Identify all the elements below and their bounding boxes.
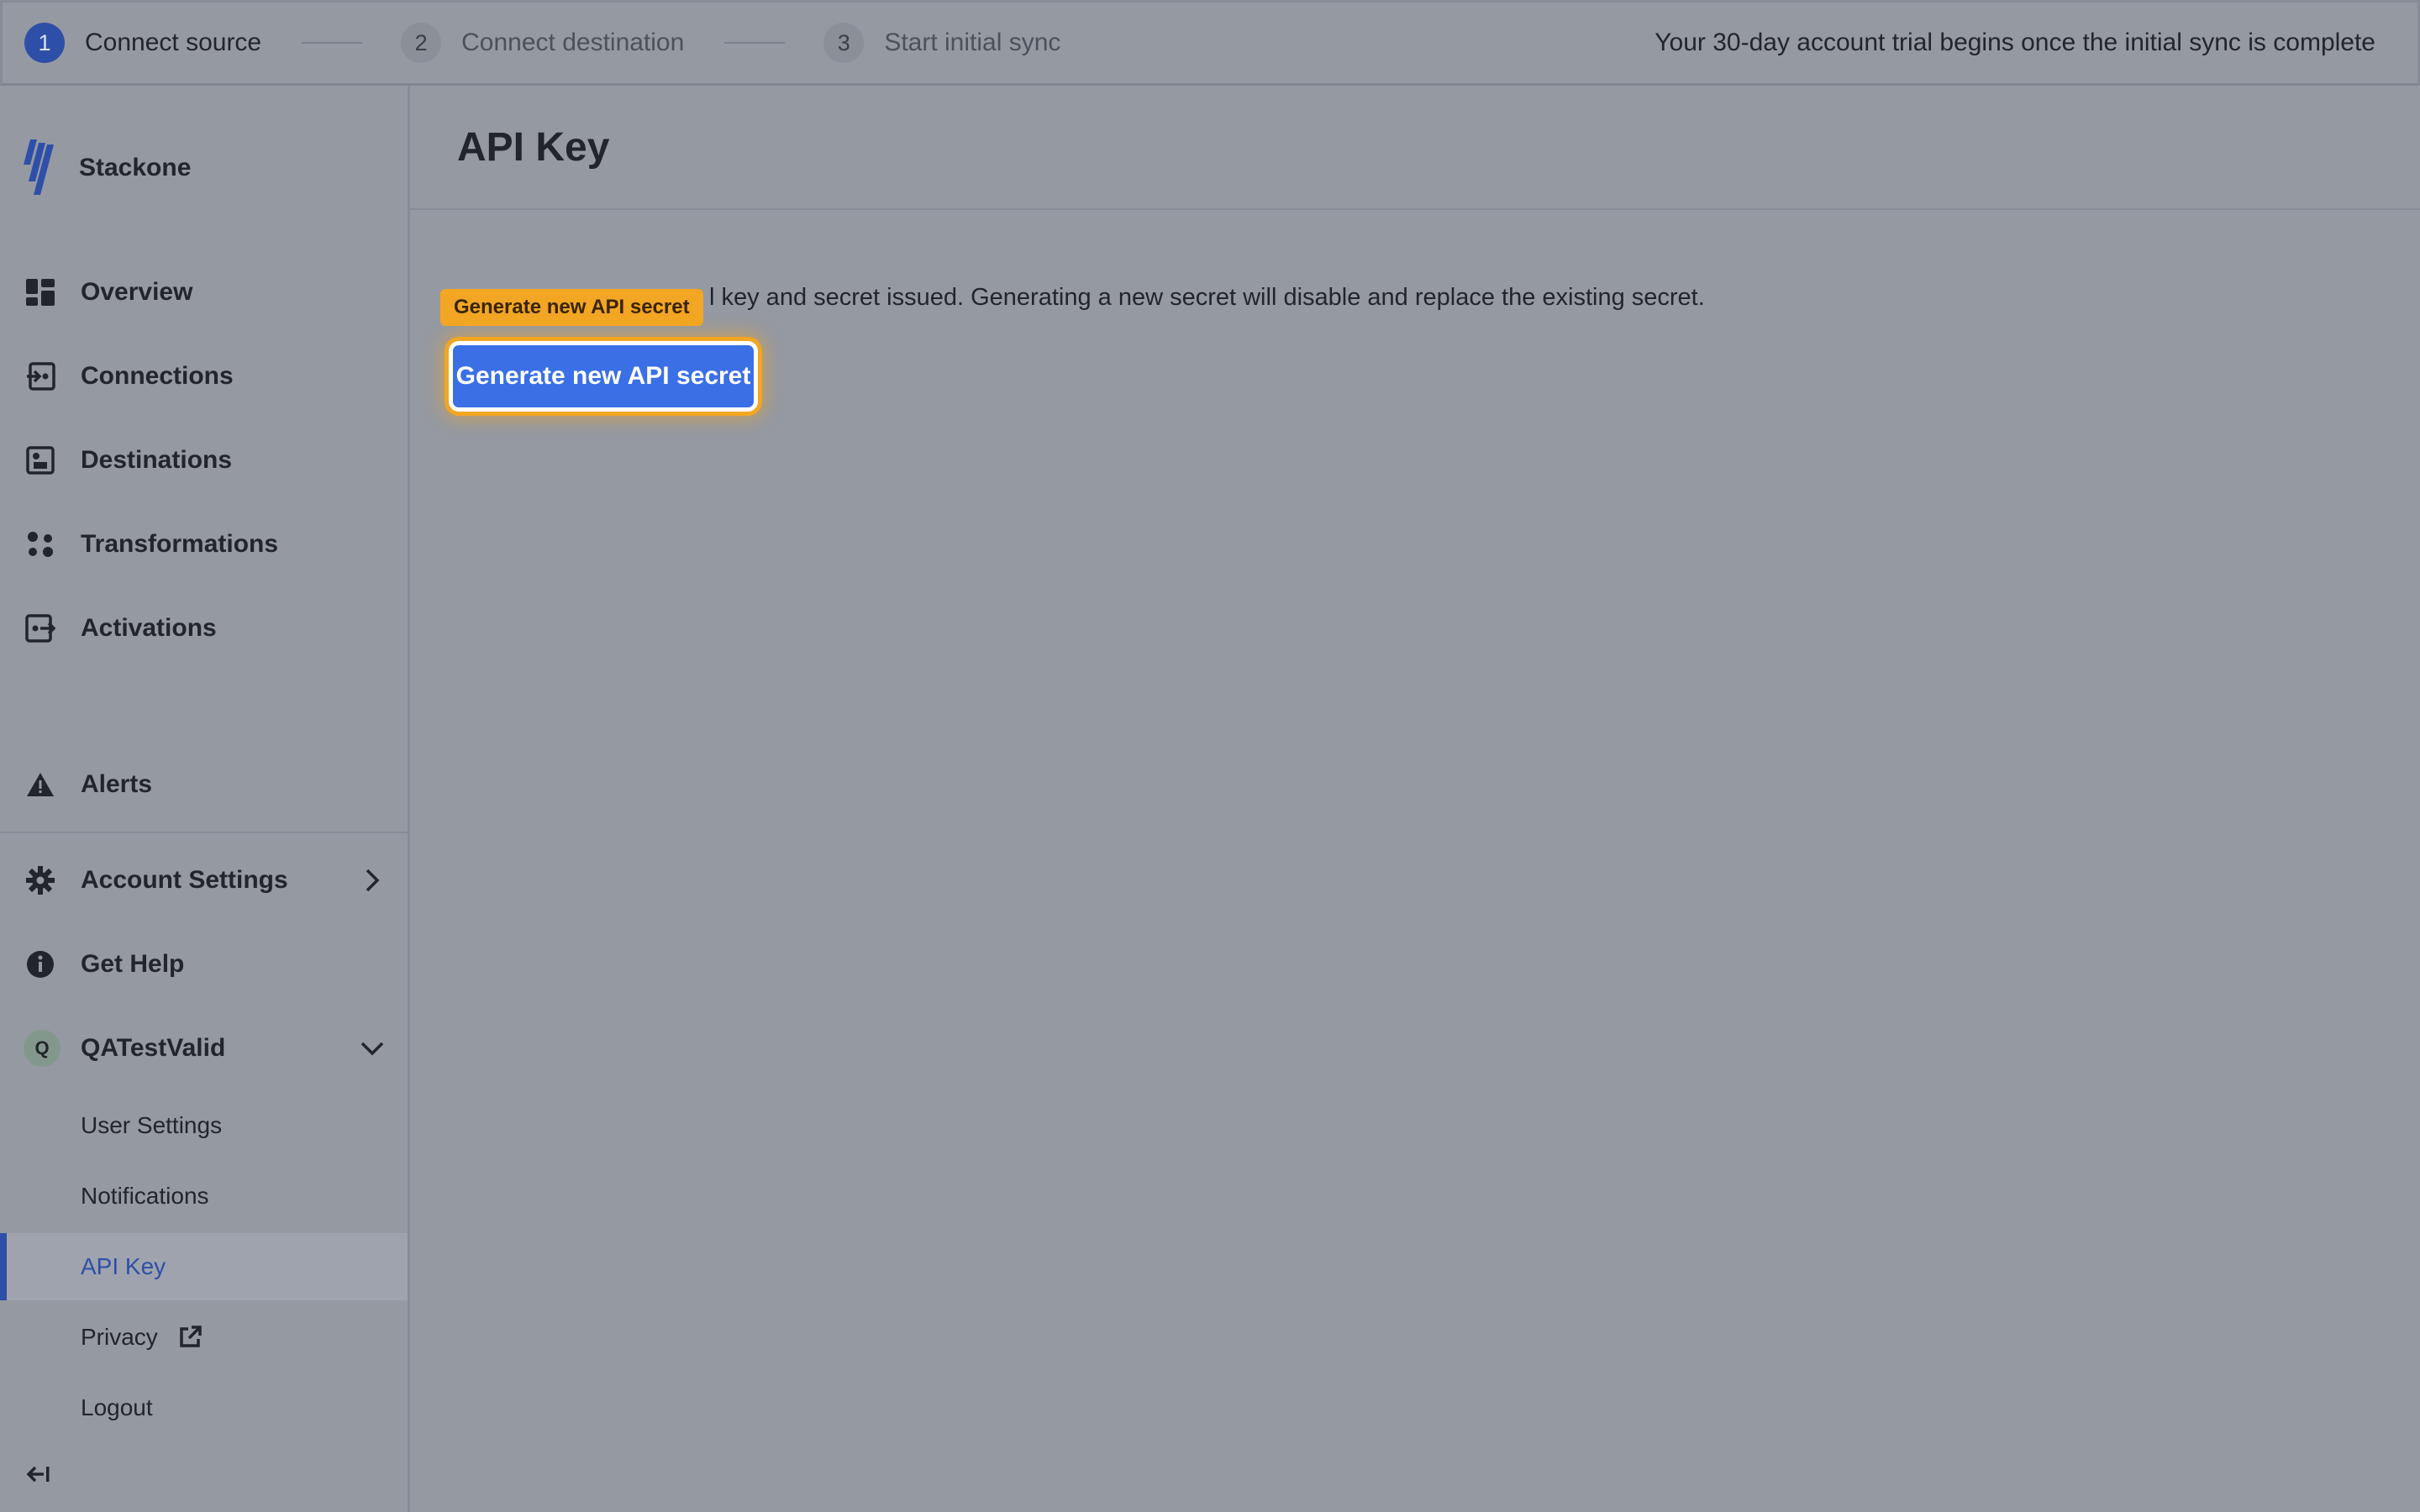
sub-item-label: Privacy <box>81 1324 158 1350</box>
nav-alerts[interactable]: Alerts <box>0 751 408 818</box>
nav-label: Connections <box>81 362 234 390</box>
generate-api-secret-button[interactable]: Generate new API secret <box>449 341 758 412</box>
onboarding-stepper: 1 Connect source 2 Connect destination 3… <box>0 0 2420 86</box>
nav-label: Alerts <box>81 770 153 798</box>
nav-user-menu[interactable]: Q QATestValid <box>0 1015 408 1082</box>
nav-label: Get Help <box>81 950 185 978</box>
api-key-description: l key and secret issued. Generating a ne… <box>709 284 1705 311</box>
avatar: Q <box>24 1030 60 1067</box>
step-start-initial-sync[interactable]: 3 Start initial sync <box>823 23 1060 63</box>
chevron-down-icon <box>360 1042 384 1056</box>
sub-item-notifications[interactable]: Notifications <box>0 1163 408 1230</box>
nav-overview[interactable]: Overview <box>0 259 408 326</box>
step-number: 1 <box>24 23 65 63</box>
trial-notice: Your 30-day account trial begins once th… <box>1655 29 2375 56</box>
nav-account-settings[interactable]: Account Settings <box>0 847 408 914</box>
nav-label: Activations <box>81 614 217 642</box>
info-icon <box>24 948 57 981</box>
step-connector <box>302 42 363 44</box>
nav-transformations[interactable]: Transformations <box>0 511 408 578</box>
brand-name: Stackone <box>79 154 192 181</box>
collapse-sidebar-icon[interactable] <box>24 1460 52 1488</box>
sidebar-divider <box>0 832 408 833</box>
nav-label: Overview <box>81 278 193 306</box>
sub-item-privacy[interactable]: Privacy <box>0 1304 408 1371</box>
nav-connections[interactable]: Connections <box>0 343 408 410</box>
warning-icon <box>24 768 57 801</box>
step-label: Connect source <box>85 29 262 56</box>
external-link-icon <box>180 1326 202 1347</box>
connection-icon <box>24 360 57 393</box>
brand[interactable]: Stackone <box>22 139 191 197</box>
sub-item-logout[interactable]: Logout <box>0 1374 408 1441</box>
nav-label: Transformations <box>81 530 279 558</box>
sidebar: Stackone Overview Connections Destinatio… <box>0 86 410 1512</box>
nav-label: Account Settings <box>81 866 288 894</box>
transformation-icon <box>24 528 57 561</box>
step-number: 2 <box>401 23 442 63</box>
dashboard-icon <box>24 276 57 309</box>
main-content: API Key l key and secret issued. Generat… <box>410 86 2420 1512</box>
activation-icon <box>24 612 57 645</box>
sub-item-user-settings[interactable]: User Settings <box>0 1092 408 1159</box>
chevron-right-icon <box>366 869 380 892</box>
nav-get-help[interactable]: Get Help <box>0 931 408 998</box>
highlight-tooltip: Generate new API secret <box>440 289 703 326</box>
stackone-logo-icon <box>24 139 54 195</box>
nav-label: Destinations <box>81 446 233 474</box>
nav-activations[interactable]: Activations <box>0 595 408 662</box>
step-connect-source[interactable]: 1 Connect source <box>24 23 261 63</box>
nav-destinations[interactable]: Destinations <box>0 427 408 494</box>
step-number: 3 <box>823 23 865 63</box>
step-connect-destination[interactable]: 2 Connect destination <box>401 23 684 63</box>
page-title: API Key <box>457 124 610 170</box>
gear-icon <box>24 864 57 897</box>
user-name: QATestValid <box>81 1034 226 1062</box>
step-label: Connect destination <box>461 29 685 56</box>
step-connector <box>724 42 786 44</box>
step-label: Start initial sync <box>884 29 1061 56</box>
sub-item-api-key[interactable]: API Key <box>0 1233 408 1300</box>
destination-icon <box>24 444 57 477</box>
page-header: API Key <box>410 86 2420 210</box>
